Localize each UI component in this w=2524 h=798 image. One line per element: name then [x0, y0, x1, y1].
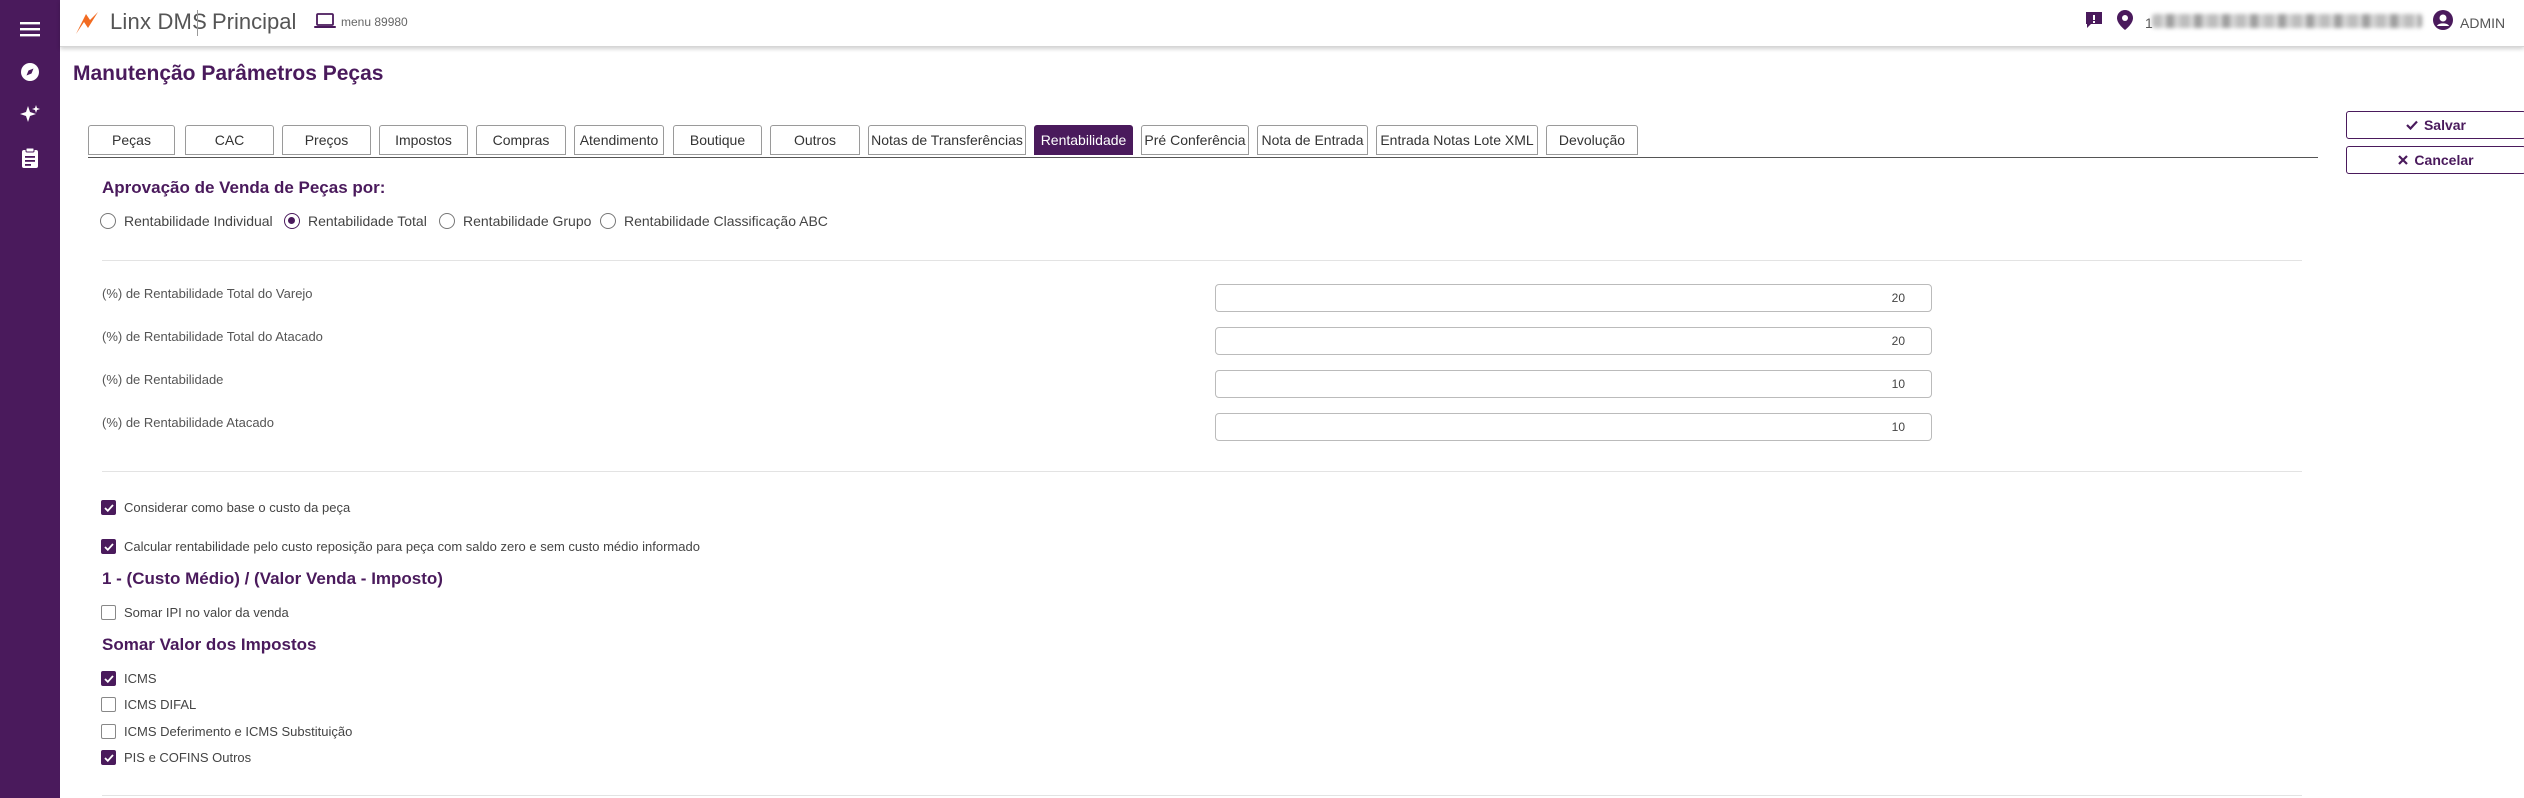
- input-rentabilidade[interactable]: 10: [1215, 370, 1932, 398]
- compass-icon[interactable]: [0, 52, 60, 92]
- clipboard-icon[interactable]: [0, 138, 60, 178]
- tab-notas-transferencias[interactable]: Notas de Transferências: [868, 125, 1026, 155]
- tab-bar: Peças CAC Preços Impostos Compras Atendi…: [88, 125, 2318, 158]
- checkbox-label: ICMS: [124, 671, 157, 686]
- input-rentabilidade-atacado-total[interactable]: 20: [1215, 327, 1932, 355]
- checkbox-label: Considerar como base o custo da peça: [124, 500, 351, 515]
- field-label-varejo: (%) de Rentabilidade Total do Varejo: [102, 286, 313, 301]
- page-title: Manutenção Parâmetros Peças: [73, 62, 384, 85]
- radio-label: Rentabilidade Grupo: [463, 213, 592, 229]
- tab-outros[interactable]: Outros: [770, 125, 860, 155]
- logo-icon: [74, 10, 100, 36]
- checkbox-custo-base[interactable]: Considerar como base o custo da peça: [101, 500, 350, 515]
- tab-pre-conferencia[interactable]: Pré Conferência: [1141, 125, 1249, 155]
- tab-boutique[interactable]: Boutique: [673, 125, 762, 155]
- checkbox-box[interactable]: [101, 539, 116, 554]
- radio-rentabilidade-abc[interactable]: Rentabilidade Classificação ABC: [600, 213, 828, 229]
- radio-circle[interactable]: [100, 213, 116, 229]
- menu-code: menu 89980: [341, 15, 408, 29]
- tab-precos[interactable]: Preços: [282, 125, 371, 155]
- checkbox-label: Somar IPI no valor da venda: [124, 605, 289, 620]
- module-name: Principal: [212, 9, 297, 34]
- top-bar: Linx DMS Principal menu 89980 1 ADMIN: [60, 0, 2524, 47]
- input-rentabilidade-atacado[interactable]: 10: [1215, 413, 1932, 441]
- radio-circle[interactable]: [284, 213, 300, 229]
- section-divider: [102, 471, 2302, 472]
- checkbox-box[interactable]: [101, 605, 116, 620]
- checkbox-label: Calcular rentabilidade pelo custo reposi…: [124, 539, 700, 554]
- radio-circle[interactable]: [600, 213, 616, 229]
- checkbox-icms-difal[interactable]: ICMS DIFAL: [101, 697, 196, 712]
- tab-pecas[interactable]: Peças: [88, 125, 175, 155]
- user-circle-icon[interactable]: [2433, 10, 2453, 35]
- checkbox-custo-reposicao[interactable]: Calcular rentabilidade pelo custo reposi…: [101, 539, 700, 554]
- checkbox-box[interactable]: [101, 671, 116, 686]
- approval-heading: Aprovação de Venda de Peças por:: [102, 178, 386, 197]
- checkbox-icms[interactable]: ICMS: [101, 671, 157, 686]
- map-pin-icon[interactable]: [2117, 10, 2133, 35]
- user-name[interactable]: ADMIN: [2460, 15, 2505, 31]
- checkbox-box[interactable]: [101, 500, 116, 515]
- radio-circle[interactable]: [439, 213, 455, 229]
- hamburger-icon[interactable]: [0, 9, 60, 49]
- radio-rentabilidade-individual[interactable]: Rentabilidade Individual: [100, 213, 273, 229]
- radio-label: Rentabilidade Individual: [124, 213, 273, 229]
- tab-rentabilidade[interactable]: Rentabilidade: [1034, 125, 1133, 155]
- laptop-icon: [314, 13, 336, 34]
- brand-divider: [197, 10, 198, 36]
- radio-label: Rentabilidade Classificação ABC: [624, 213, 828, 229]
- tab-impostos[interactable]: Impostos: [379, 125, 468, 155]
- tab-atendimento[interactable]: Atendimento: [574, 125, 664, 155]
- taxes-heading: Somar Valor dos Impostos: [102, 635, 317, 654]
- checkbox-label: PIS e COFINS Outros: [124, 750, 252, 765]
- formula-heading: 1 - (Custo Médio) / (Valor Venda - Impos…: [102, 569, 443, 588]
- tab-entrada-notas-lote-xml[interactable]: Entrada Notas Lote XML: [1376, 125, 1538, 155]
- chat-icon[interactable]: [2084, 10, 2104, 35]
- check-icon: [2406, 117, 2418, 133]
- x-icon: [2398, 152, 2409, 168]
- checkbox-label: ICMS Deferimento e ICMS Substituição: [124, 724, 353, 739]
- tab-devolucao[interactable]: Devolução: [1546, 125, 1638, 155]
- tab-compras[interactable]: Compras: [476, 125, 566, 155]
- checkbox-icms-deferimento[interactable]: ICMS Deferimento e ICMS Substituição: [101, 724, 352, 739]
- checkbox-box[interactable]: [101, 724, 116, 739]
- cancel-button[interactable]: Cancelar: [2346, 146, 2524, 174]
- checkbox-pis-cofins[interactable]: PIS e COFINS Outros: [101, 750, 251, 765]
- section-divider: [102, 795, 2302, 796]
- radio-label: Rentabilidade Total: [308, 213, 427, 229]
- sparkle-icon[interactable]: [0, 95, 60, 135]
- field-label-atacado-total: (%) de Rentabilidade Total do Atacado: [102, 329, 323, 344]
- section-divider: [102, 260, 2302, 261]
- location-name-blurred[interactable]: [2152, 14, 2422, 28]
- input-rentabilidade-varejo[interactable]: 20: [1215, 284, 1932, 312]
- tab-nota-entrada[interactable]: Nota de Entrada: [1257, 125, 1368, 155]
- checkbox-somar-ipi[interactable]: Somar IPI no valor da venda: [101, 605, 289, 620]
- radio-rentabilidade-grupo[interactable]: Rentabilidade Grupo: [439, 213, 591, 229]
- save-button[interactable]: Salvar: [2346, 111, 2524, 139]
- save-label: Salvar: [2423, 117, 2467, 133]
- sidebar: [0, 0, 60, 798]
- brand-name: Linx DMS: [110, 9, 207, 34]
- checkbox-box[interactable]: [101, 750, 116, 765]
- radio-rentabilidade-total[interactable]: Rentabilidade Total: [284, 213, 427, 229]
- field-label-rentabilidade: (%) de Rentabilidade: [102, 372, 224, 387]
- checkbox-label: ICMS DIFAL: [124, 697, 197, 712]
- checkbox-box[interactable]: [101, 697, 116, 712]
- tab-cac[interactable]: CAC: [185, 125, 274, 155]
- field-label-atacado: (%) de Rentabilidade Atacado: [102, 415, 275, 430]
- cancel-label: Cancelar: [2414, 152, 2474, 168]
